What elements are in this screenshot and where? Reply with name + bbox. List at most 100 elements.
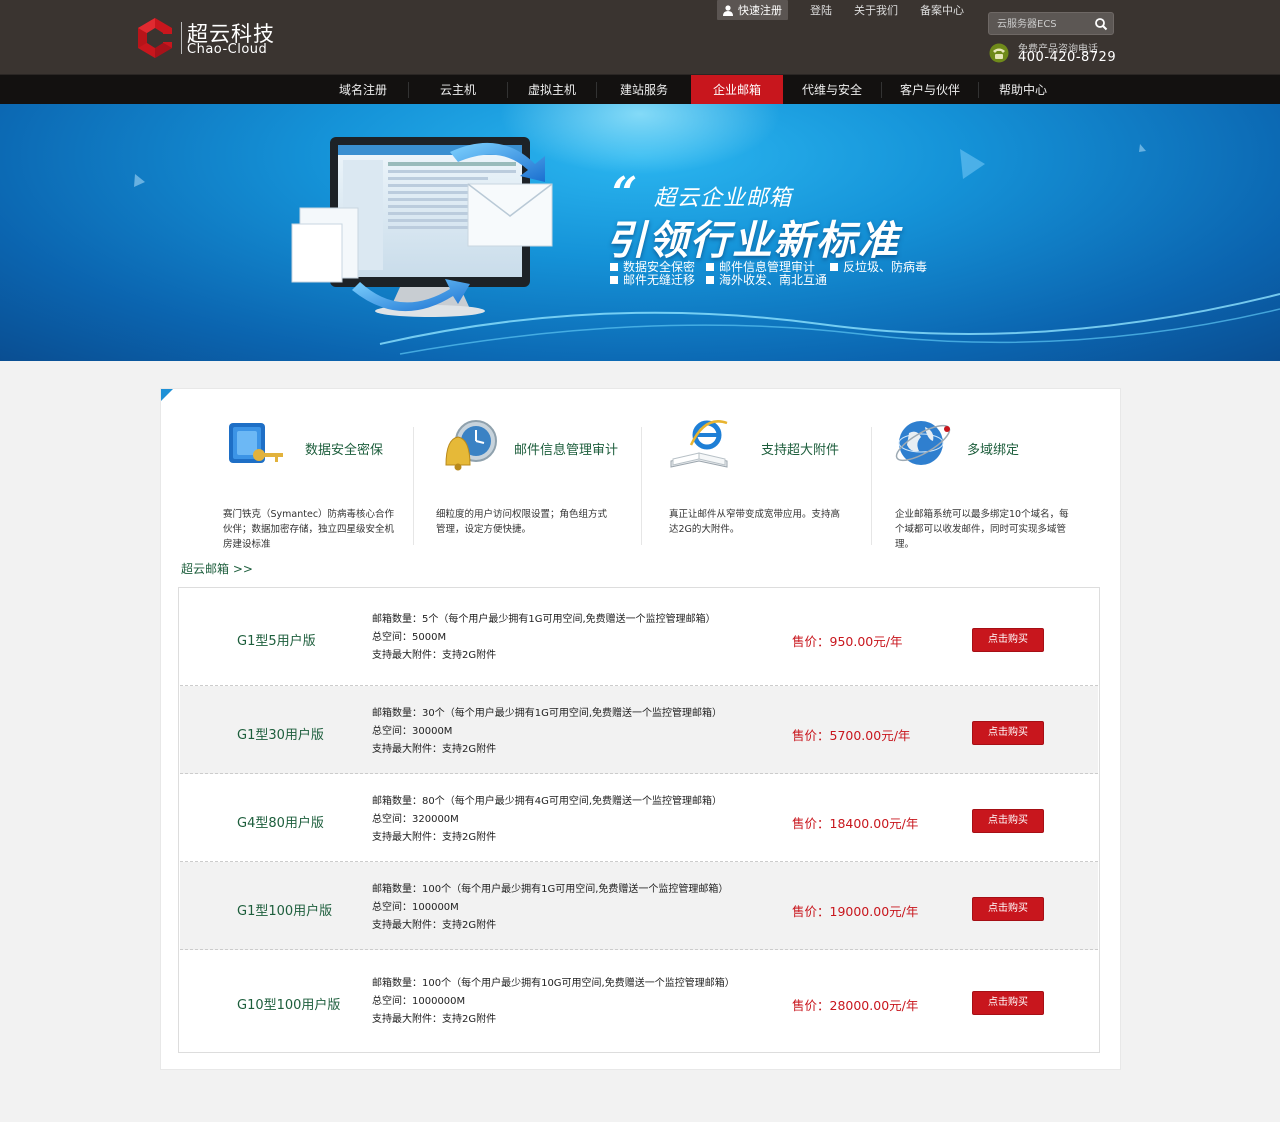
plan-attachment: 支持最大附件：支持2G附件 <box>372 744 497 755</box>
plan-attachment: 支持最大附件：支持2G附件 <box>372 832 497 843</box>
plan-total-space: 总空间：320000M <box>372 814 459 825</box>
plan-attachment: 支持最大附件：支持2G附件 <box>372 1014 497 1025</box>
about-link[interactable]: 关于我们 <box>854 2 898 18</box>
nav-item-help-center[interactable]: 帮助中心 <box>979 75 1067 105</box>
content-panel: 数据安全密保 赛门铁克（Symantec）防病毒核心合作伙伴；数据加密存储，独立… <box>160 388 1121 1070</box>
login-link[interactable]: 登陆 <box>810 2 832 18</box>
logo-mark-icon <box>138 18 175 58</box>
plan-row: G4型80用户版 邮箱数量：80个（每个用户最少拥有4G可用空间,免费赠送一个监… <box>180 774 1098 862</box>
logo-divider <box>181 22 182 54</box>
plan-mailbox-count: 邮箱数量：100个（每个用户最少拥有1G可用空间,免费赠送一个监控管理邮箱） <box>372 884 729 895</box>
hero-banner: “ 超云企业邮箱 引领行业新标准 数据安全保密 邮件信息管理审计 反垃圾、防病毒… <box>0 104 1280 361</box>
plan-price: 售价：19000.00元/年 <box>792 904 919 919</box>
feature-multi-domain: 多域绑定 企业邮箱系统可以最多绑定10个域名，每个域都可以收发邮件，同时可实现多… <box>895 409 1095 550</box>
corner-marker <box>161 389 173 401</box>
plan-row: G1型5用户版 邮箱数量：5个（每个用户最少拥有1G可用空间,免费赠送一个监控管… <box>180 588 1098 686</box>
top-links: 快速注册 登陆 关于我们 备案中心 <box>717 0 964 20</box>
feature-title: 多域绑定 <box>967 443 1020 458</box>
plan-total-space: 总空间：1000000M <box>372 996 466 1007</box>
banner-feature-text: 邮件无缝迁移 <box>623 273 696 287</box>
user-icon <box>723 4 733 16</box>
plan-row: G10型100用户版 邮箱数量：100个（每个用户最少拥有10G可用空间,免费赠… <box>180 950 1098 1052</box>
phone-icon <box>989 43 1009 63</box>
feature-data-security: 数据安全密保 赛门铁克（Symantec）防病毒核心合作伙伴；数据加密存储，独立… <box>223 409 423 550</box>
buy-button[interactable]: 点击购买 <box>972 628 1044 652</box>
quick-register-button[interactable]: 快速注册 <box>717 0 788 20</box>
plan-mailbox-count: 邮箱数量：100个（每个用户最少拥有10G可用空间,免费赠送一个监控管理邮箱） <box>372 978 735 989</box>
nav-item-domain[interactable]: 域名注册 <box>318 75 408 105</box>
plan-name: G10型100用户版 <box>237 998 341 1013</box>
top-header: 超云科技 Chao-Cloud 快速注册 登陆 关于我们 备案中心 免费产品咨询… <box>0 0 1280 74</box>
feature-description: 赛门铁克（Symantec）防病毒核心合作伙伴；数据加密存储，独立四星级安全机房… <box>223 509 395 550</box>
feature-description: 企业邮箱系统可以最多绑定10个域名，每个域都可以收发邮件，同时可实现多域管理。 <box>895 509 1069 550</box>
nav-item-enterprise-mail[interactable]: 企业邮箱 <box>691 75 783 105</box>
plan-attachment: 支持最大附件：支持2G附件 <box>372 920 497 931</box>
plan-name: G1型30用户版 <box>237 728 324 743</box>
bullet-square-icon <box>610 275 618 284</box>
plan-total-space: 总空间：5000M <box>372 632 447 643</box>
search-icon[interactable] <box>1094 17 1108 31</box>
nav-item-clients-partners[interactable]: 客户与伙伴 <box>882 75 978 105</box>
buy-button[interactable]: 点击购买 <box>972 809 1044 833</box>
record-center-link[interactable]: 备案中心 <box>920 2 964 18</box>
plan-details: 邮箱数量：80个（每个用户最少拥有4G可用空间,免费赠送一个监控管理邮箱） 总空… <box>372 793 722 847</box>
nav-item-cloud-host[interactable]: 云主机 <box>409 75 507 105</box>
main-nav: 域名注册 云主机 虚拟主机 建站服务 企业邮箱 代维与安全 客户与伙伴 帮助中心 <box>0 74 1280 105</box>
banner-feature: 邮件无缝迁移 <box>610 271 695 288</box>
feature-description: 细粒度的用户访问权限设置；角色组方式管理，设定方便快捷。 <box>436 509 608 535</box>
feature-title: 数据安全密保 <box>305 443 384 458</box>
bullet-square-icon <box>706 275 714 284</box>
plan-mailbox-count: 邮箱数量：5个（每个用户最少拥有1G可用空间,免费赠送一个监控管理邮箱） <box>372 614 716 625</box>
plan-name: G4型80用户版 <box>237 816 324 831</box>
plan-row: G1型100用户版 邮箱数量：100个（每个用户最少拥有1G可用空间,免费赠送一… <box>180 862 1098 950</box>
nav-items: 域名注册 云主机 虚拟主机 建站服务 企业邮箱 代维与安全 客户与伙伴 帮助中心 <box>318 75 1067 105</box>
feature-large-attachment: 支持超大附件 真正让邮件从窄带变成宽带应用。支持高达2G的大附件。 <box>669 409 869 539</box>
plan-details: 邮箱数量：100个（每个用户最少拥有10G可用空间,免费赠送一个监控管理邮箱） … <box>372 975 735 1029</box>
plan-price: 售价：950.00元/年 <box>792 634 903 649</box>
key-safe-icon <box>229 423 283 463</box>
feature-description: 真正让邮件从窄带变成宽带应用。支持高达2G的大附件。 <box>669 509 841 535</box>
plan-details: 邮箱数量：100个（每个用户最少拥有1G可用空间,免费赠送一个监控管理邮箱） 总… <box>372 881 728 935</box>
search-box <box>988 12 1114 35</box>
buy-button[interactable]: 点击购买 <box>972 897 1044 921</box>
feature-mail-audit: 邮件信息管理审计 细粒度的用户访问权限设置；角色组方式管理，设定方便快捷。 <box>436 409 636 539</box>
section-title-link[interactable]: 超云邮箱 >> <box>181 560 253 577</box>
hotline-number: 400-420-8729 <box>1018 50 1117 65</box>
nav-item-virtual-host[interactable]: 虚拟主机 <box>508 75 596 105</box>
plan-name: G1型100用户版 <box>237 904 333 919</box>
plan-mailbox-count: 邮箱数量：80个（每个用户最少拥有4G可用空间,免费赠送一个监控管理邮箱） <box>372 796 723 807</box>
site-logo[interactable]: 超云科技 Chao-Cloud <box>135 16 275 60</box>
plan-total-space: 总空间：30000M <box>372 726 453 737</box>
bullet-square-icon <box>706 262 714 271</box>
plan-mailbox-count: 邮箱数量：30个（每个用户最少拥有1G可用空间,免费赠送一个监控管理邮箱） <box>372 708 723 719</box>
bell-clock-icon <box>445 420 497 471</box>
bullet-square-icon <box>830 262 838 271</box>
plan-attachment: 支持最大附件：支持2G附件 <box>372 650 497 661</box>
search-input[interactable] <box>997 16 1087 32</box>
plan-price: 售价：28000.00元/年 <box>792 998 919 1013</box>
plans-table: G1型5用户版 邮箱数量：5个（每个用户最少拥有1G可用空间,免费赠送一个监控管… <box>178 587 1100 1053</box>
banner-feature: 海外收发、南北互通 <box>706 271 827 288</box>
hotline: 免费产品咨询电话 400-420-8729 <box>988 40 1118 66</box>
plan-price: 售价：5700.00元/年 <box>792 728 911 743</box>
logo-text-en: Chao-Cloud <box>187 42 268 57</box>
feature-title: 邮件信息管理审计 <box>514 443 619 458</box>
nav-item-site-building[interactable]: 建站服务 <box>597 75 691 105</box>
plan-price: 售价：18400.00元/年 <box>792 816 919 831</box>
banner-feature-text: 反垃圾、防病毒 <box>843 260 928 274</box>
buy-button[interactable]: 点击购买 <box>972 721 1044 745</box>
quick-register-label: 快速注册 <box>738 4 782 17</box>
nav-item-maintenance-security[interactable]: 代维与安全 <box>783 75 881 105</box>
banner-feature: 反垃圾、防病毒 <box>830 258 927 275</box>
ie-book-icon <box>670 420 728 468</box>
feature-divider <box>641 427 642 545</box>
plan-name: G1型5用户版 <box>237 634 316 649</box>
plan-details: 邮箱数量：30个（每个用户最少拥有1G可用空间,免费赠送一个监控管理邮箱） 总空… <box>372 705 722 759</box>
feature-title: 支持超大附件 <box>761 443 840 458</box>
buy-button[interactable]: 点击购买 <box>972 991 1044 1015</box>
plan-details: 邮箱数量：5个（每个用户最少拥有1G可用空间,免费赠送一个监控管理邮箱） 总空间… <box>372 611 716 665</box>
feature-divider <box>413 427 414 545</box>
plan-total-space: 总空间：100000M <box>372 902 459 913</box>
feature-divider <box>871 427 872 545</box>
globe-icon <box>895 421 951 465</box>
